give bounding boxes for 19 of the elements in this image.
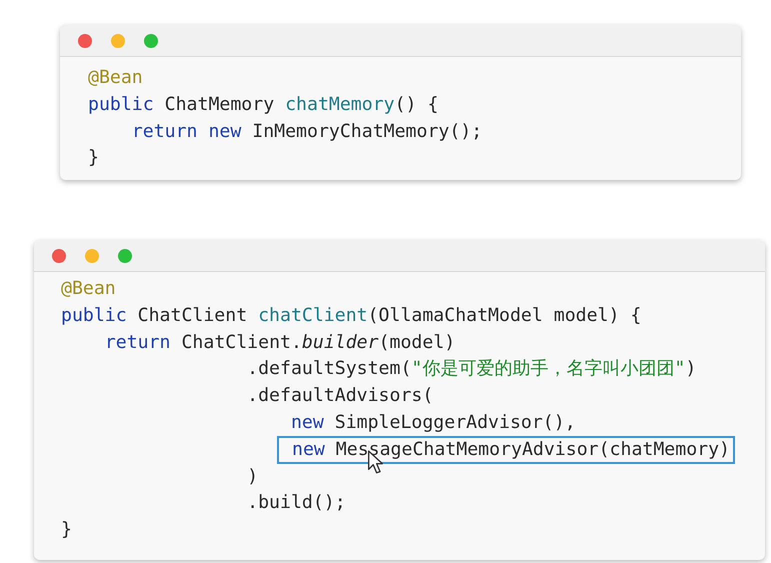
close-window-icon[interactable] [78, 34, 92, 48]
code-line: } [61, 518, 72, 542]
code-line: public ChatClient chatClient(OllamaChatModel model) { [61, 304, 642, 328]
minimize-window-icon[interactable] [85, 248, 99, 262]
code-line: return new InMemoryChatMemory(); [132, 120, 482, 144]
code-line: public ChatMemory chatMemory() { [88, 92, 438, 117]
code-line: .build(); [247, 491, 346, 516]
maximize-window-icon[interactable] [118, 248, 132, 262]
close-window-icon[interactable] [52, 248, 66, 262]
code-line: .defaultAdvisors( [247, 384, 434, 408]
code-line: @Bean [61, 277, 116, 301]
maximize-window-icon[interactable] [144, 34, 158, 48]
code-line: @Bean [88, 66, 143, 90]
code-line: new SimpleLoggerAdvisor(), [290, 410, 576, 435]
code-line: } [88, 146, 99, 170]
minimize-window-icon[interactable] [111, 34, 125, 48]
code-line: return ChatClient.builder(model) [104, 330, 456, 355]
code-line: .defaultSystem("你是可爱的助手，名字叫小团团") [247, 357, 696, 382]
code-line: ) [247, 464, 258, 489]
